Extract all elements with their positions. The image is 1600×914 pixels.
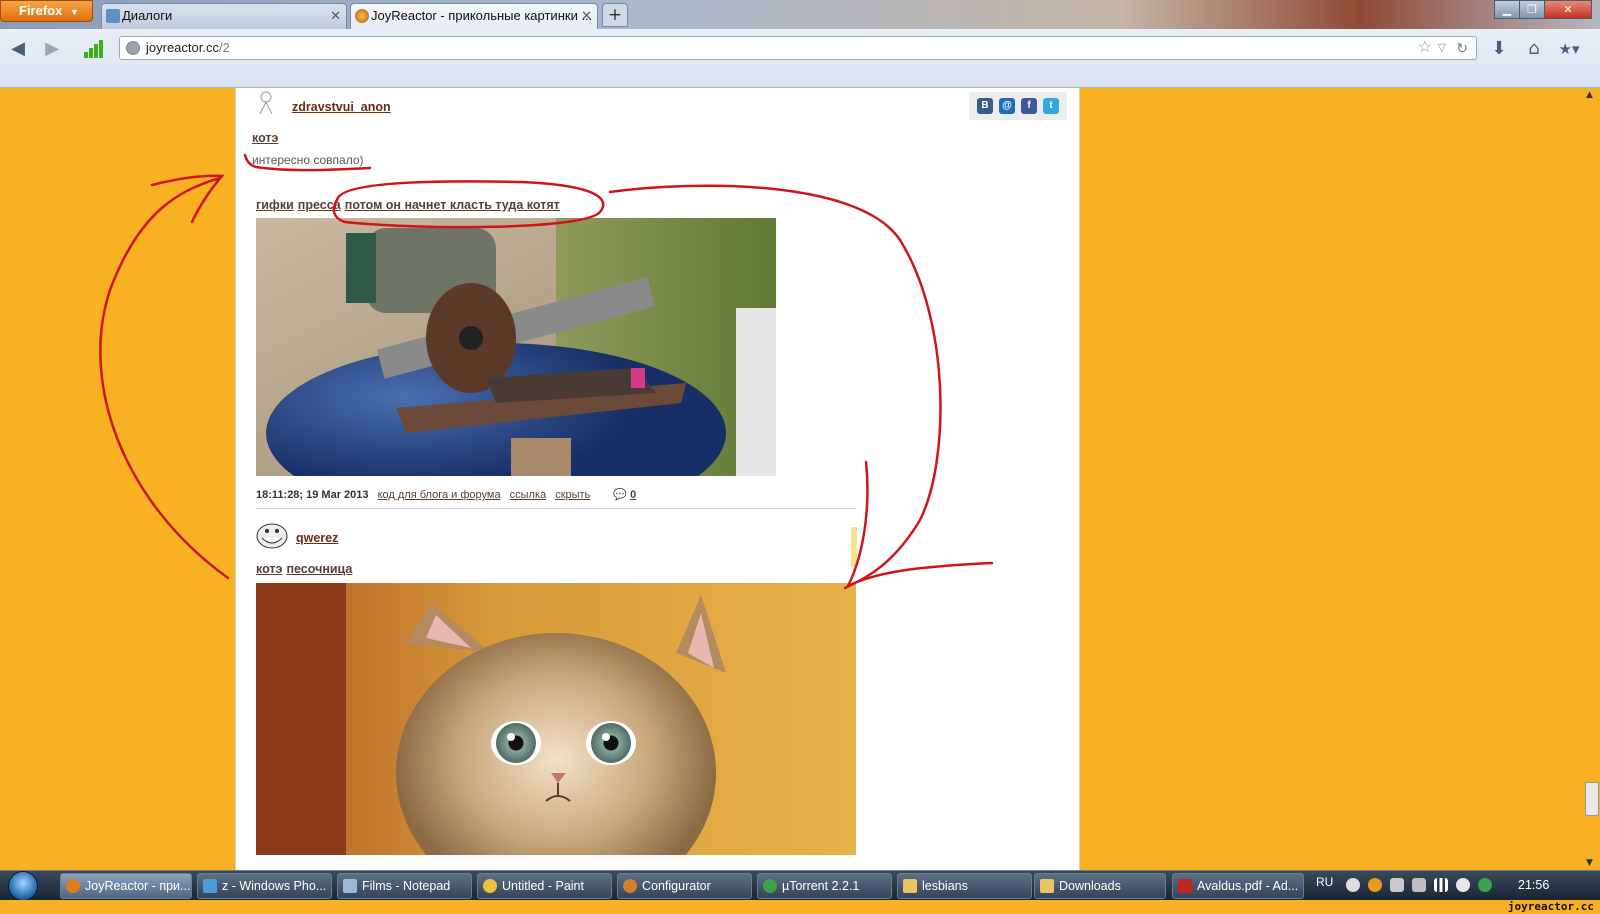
taskbar-item[interactable]: Untitled - Paint	[477, 873, 612, 899]
tray-tool-icon[interactable]	[1390, 878, 1404, 892]
configurator-icon	[623, 879, 637, 893]
permalink-link[interactable]: ссылка	[510, 489, 547, 501]
scroll-up-arrow-icon[interactable]: ▲	[1586, 90, 1593, 100]
network-icon[interactable]	[1412, 878, 1426, 892]
watermark: joyreactor.cc	[1507, 900, 1594, 913]
taskbar-item[interactable]: z - Windows Pho...	[197, 873, 332, 899]
tab-joyreactor[interactable]: JoyReactor - прикольные картинки ... ✕	[350, 3, 598, 29]
tray-app-icon[interactable]	[1368, 878, 1382, 892]
window-titlebar: Firefox ▼ Диалоги ✕ JoyReactor - приколь…	[0, 0, 1600, 29]
download-icon[interactable]: ⬇	[1487, 37, 1511, 61]
paint-icon	[483, 879, 497, 893]
home-icon[interactable]: ⌂	[1522, 37, 1546, 61]
tag-link[interactable]: котэ	[256, 562, 282, 576]
gif-press-machine-image[interactable]	[256, 218, 776, 476]
window-close-button[interactable]: ✕	[1544, 0, 1592, 19]
firefox-icon	[66, 879, 80, 893]
chat-icon	[106, 9, 120, 23]
utorrent-tray-icon[interactable]	[1478, 878, 1492, 892]
taskbar-item[interactable]: µTorrent 2.2.1	[757, 873, 892, 899]
joyreactor-icon	[355, 9, 369, 23]
folder-icon	[1040, 879, 1054, 893]
post-username[interactable]: zdravstvui_anon	[292, 100, 391, 114]
minimize-button[interactable]: ▁	[1494, 0, 1520, 19]
tag-link[interactable]: гифки	[256, 198, 294, 212]
close-icon[interactable]: ✕	[330, 4, 341, 28]
reload-icon[interactable]: ↻	[1456, 37, 1468, 59]
hide-post-link[interactable]: скрыть	[555, 489, 590, 501]
post-tags: котэ	[252, 131, 282, 145]
surprised-kitten-image[interactable]	[256, 583, 856, 855]
navigation-toolbar: ◀ ▶ joyreactor.cc/2 ☆ ▽ ↻ ⬇ ⌂ ★▾	[0, 29, 1600, 88]
clock[interactable]: 21:56	[1518, 878, 1549, 892]
scrollbar-thumb[interactable]	[1585, 782, 1599, 816]
post-tags: гифки пресса потом он начнет класть туда к…	[256, 198, 564, 212]
url-path: /2	[218, 40, 230, 55]
tag-link[interactable]: песочница	[286, 562, 352, 576]
taskbar-item[interactable]: Avaldus.pdf - Ad...	[1172, 873, 1304, 899]
taskbar-item[interactable]: Configurator	[617, 873, 752, 899]
firefox-menu-label: Firefox	[19, 3, 63, 18]
share-toolbar: B @ f t	[969, 92, 1067, 120]
post-username[interactable]: qwerez	[296, 531, 338, 545]
tab-title: Диалоги	[122, 8, 173, 23]
chevron-down-icon: ▼	[69, 7, 79, 17]
taskbar-item[interactable]: Films - Notepad	[337, 873, 472, 899]
tag-link[interactable]: котэ	[252, 131, 278, 145]
maximize-button[interactable]: ❐	[1519, 0, 1545, 19]
tab-dialogs[interactable]: Диалоги ✕	[101, 3, 347, 29]
volume-icon[interactable]	[1456, 878, 1470, 892]
address-bar[interactable]: joyreactor.cc/2 ☆ ▽ ↻	[119, 36, 1477, 60]
start-button[interactable]	[8, 871, 38, 901]
close-icon[interactable]: ✕	[581, 4, 592, 28]
taskbar-item[interactable]: JoyReactor - при...	[60, 873, 192, 899]
bookmark-star-icon[interactable]: ☆	[1418, 37, 1432, 59]
twitter-icon[interactable]: t	[1043, 98, 1059, 114]
taskbar-item[interactable]: lesbians	[897, 873, 1032, 899]
utorrent-icon	[763, 879, 777, 893]
tag-link[interactable]: потом он начнет класть туда котят	[345, 198, 560, 212]
comment-text: интересно совпало)	[252, 153, 364, 167]
new-tab-button[interactable]: +	[602, 3, 628, 27]
bookmarks-menu-icon[interactable]: ★▾	[1557, 37, 1581, 61]
watermark-bar: joyreactor.cc	[0, 900, 1600, 914]
notepad-icon	[343, 879, 357, 893]
taskbar-item[interactable]: Downloads	[1034, 873, 1166, 899]
post-divider	[256, 508, 856, 509]
folder-icon	[903, 879, 917, 893]
url-host: joyreactor.cc	[146, 40, 219, 55]
avatar[interactable]	[256, 522, 288, 550]
signal-icon[interactable]	[1434, 878, 1448, 892]
post-timestamp: 18:11:28; 19 Mar 2013	[256, 489, 369, 501]
post-tags: котэ песочница	[256, 562, 356, 576]
back-arrow-icon[interactable]: ◀	[6, 37, 30, 61]
side-marker	[851, 527, 857, 567]
steam-icon[interactable]	[1346, 878, 1360, 892]
history-dropdown-icon[interactable]: ▽	[1438, 37, 1446, 59]
vertical-scrollbar[interactable]	[1584, 88, 1600, 870]
vkontakte-icon[interactable]: B	[977, 98, 993, 114]
comments-count[interactable]: 💬 0	[613, 489, 636, 501]
mail-icon[interactable]: @	[999, 98, 1015, 114]
photo-viewer-icon	[203, 879, 217, 893]
avatar[interactable]	[256, 90, 276, 115]
post-meta: 18:11:28; 19 Mar 2013 код для блога и фо…	[256, 488, 636, 501]
globe-icon	[126, 41, 140, 55]
speech-bubble-icon: 💬	[613, 489, 628, 501]
scroll-down-arrow-icon[interactable]: ▼	[1586, 858, 1593, 868]
language-indicator[interactable]: RU	[1316, 875, 1333, 889]
forward-arrow-icon[interactable]: ▶	[40, 37, 64, 61]
signal-bars-icon[interactable]	[84, 40, 104, 58]
blog-code-link[interactable]: код для блога и форума	[378, 489, 501, 501]
tag-link[interactable]: пресса	[298, 198, 341, 212]
tab-title: JoyReactor - прикольные картинки ...	[371, 8, 593, 23]
pdf-icon	[1178, 879, 1192, 893]
windows-taskbar: JoyReactor - при... z - Windows Pho... F…	[0, 870, 1600, 901]
firefox-menu-button[interactable]: Firefox ▼	[0, 0, 93, 22]
facebook-icon[interactable]: f	[1021, 98, 1037, 114]
